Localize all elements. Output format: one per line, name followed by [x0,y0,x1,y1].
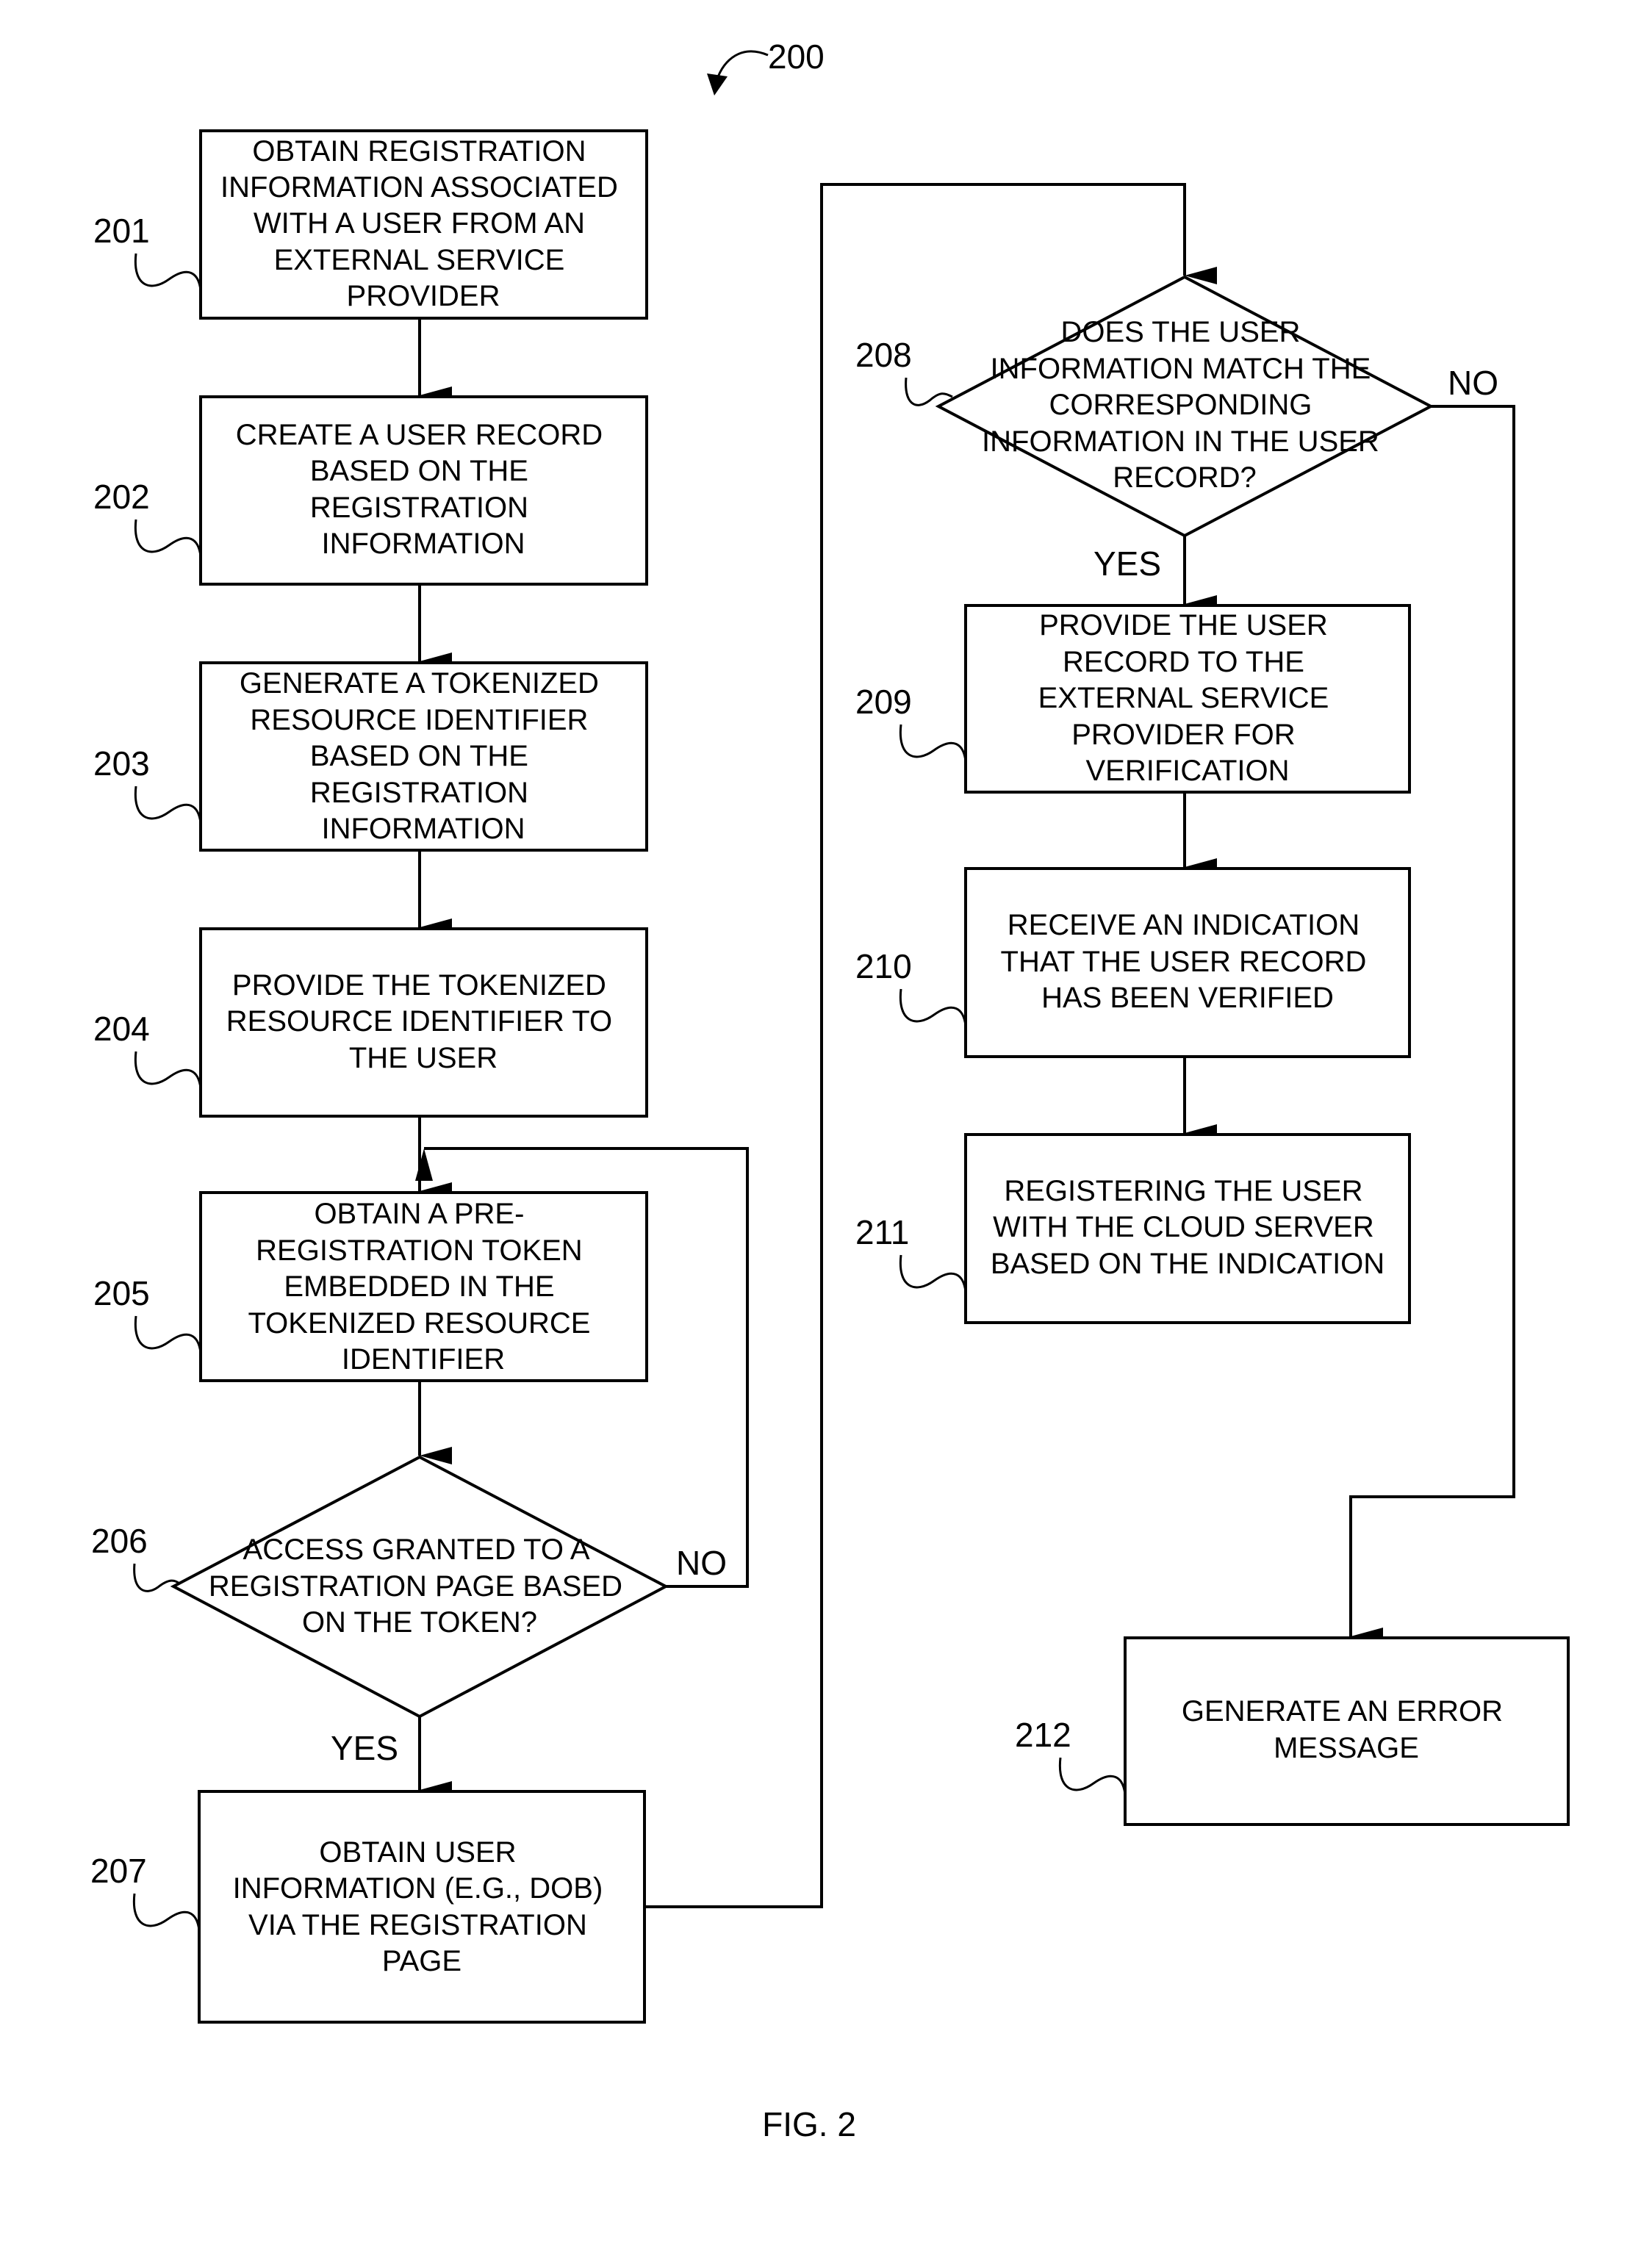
step-ref: 212 [1015,1716,1071,1754]
ref-leader [134,1315,202,1353]
ref-leader [134,253,202,291]
ref-leader [134,519,202,557]
ref-leader [899,988,967,1027]
decision-206: ACCESS GRANTED TO A REGISTRATION PAGE BA… [91,1455,727,1767]
figure-ref-200: 200 [707,37,825,96]
step-202: CREATE A USER RECORD BASED ON THE REGIST… [93,395,648,586]
flowchart: 200 OBTAIN REGISTRATION INFORMATION ASSO… [90,37,1570,2143]
step-text: RECEIVE AN INDICATION THAT THE USER RECO… [1001,909,1375,1014]
step-212: GENERATE AN ERROR MESSAGE 212 [1015,1636,1570,1826]
step-ref: 202 [93,478,150,516]
ref-leader [132,1893,201,1931]
branch-no-label: NO [1448,364,1498,402]
figure-caption: FIG. 2 [762,2105,856,2143]
step-box [1124,1636,1570,1826]
ref-leader [1058,1757,1127,1795]
figure-ref-arrowhead-icon [707,73,728,96]
step-205: OBTAIN A PRE- REGISTRATION TOKEN EMBEDDE… [93,1191,648,1382]
branch-no-label: NO [676,1544,727,1582]
branch-yes-label: YES [331,1729,398,1767]
figure-ref-label: 200 [768,37,825,76]
step-box [198,1790,646,2024]
step-ref: 207 [90,1852,147,1890]
ref-leader [134,785,202,824]
step-text: REGISTERING THE USER WITH THE CLOUD SERV… [991,1175,1385,1280]
step-204: PROVIDE THE TOKENIZED RESOURCE IDENTIFIE… [93,927,648,1118]
step-ref: 204 [93,1010,150,1048]
ref-leader [899,724,967,762]
step-209: PROVIDE THE USER RECORD TO THE EXTERNAL … [855,604,1411,794]
ref-leader [899,1254,967,1293]
step-210: RECEIVE AN INDICATION THAT THE USER RECO… [855,867,1411,1058]
step-ref: 211 [855,1213,909,1251]
step-ref: 209 [855,683,912,721]
step-ref: 206 [91,1522,148,1560]
step-ref: 208 [855,336,912,374]
step-ref: 210 [855,947,912,985]
decision-208: DOES THE USER INFORMATION MATCH THE CORR… [855,275,1498,583]
step-ref: 201 [93,212,150,250]
branch-yes-label: YES [1093,544,1161,583]
ref-leader [134,1051,202,1089]
step-ref: 205 [93,1274,150,1312]
step-ref: 203 [93,744,150,783]
step-203: GENERATE A TOKENIZED RESOURCE IDENTIFIER… [93,661,648,852]
step-211: REGISTERING THE USER WITH THE CLOUD SERV… [855,1133,1411,1324]
step-207: OBTAIN USER INFORMATION (E.G., DOB) VIA … [90,1790,646,2024]
step-201: OBTAIN REGISTRATION INFORMATION ASSOCIAT… [93,129,648,320]
